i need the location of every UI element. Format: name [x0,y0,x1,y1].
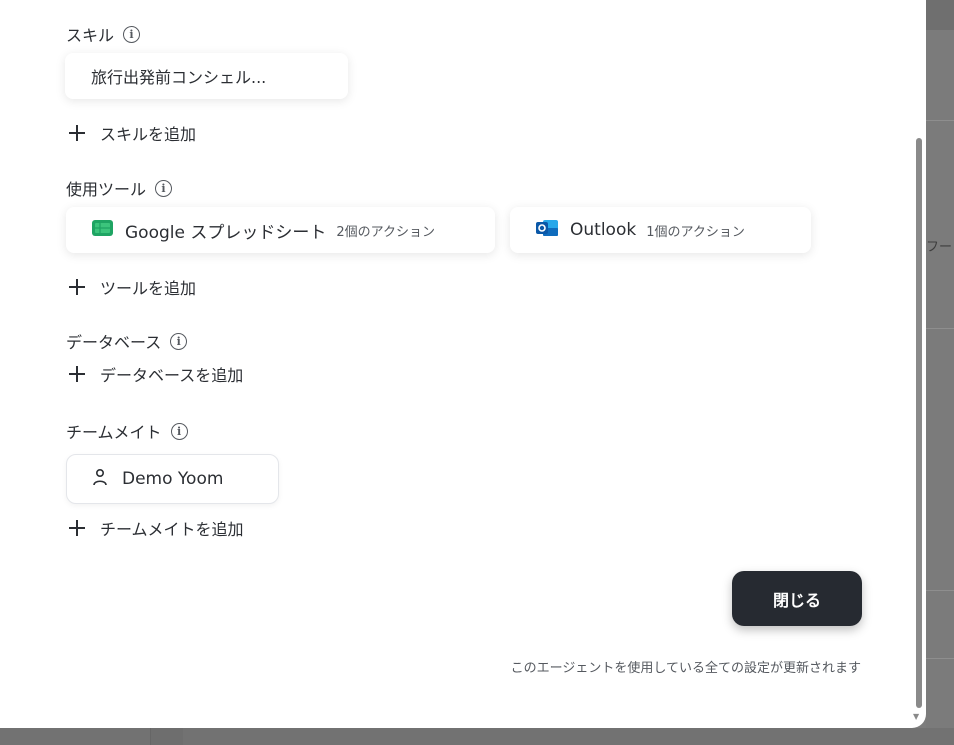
skill-card[interactable]: 旅行出発前コンシェル... [65,53,348,99]
tool-action-count: 1個のアクション [646,224,745,240]
skills-section-label: スキル i [66,22,141,46]
skills-label: スキル [66,26,115,45]
info-icon[interactable]: i [170,422,188,440]
plus-icon [68,519,86,537]
background-column [150,728,183,745]
tool-name: Outlook [570,220,637,240]
tool-action-count: 2個のアクション [336,224,435,240]
background-partial-text: フー [926,240,953,255]
add-tool-label: ツールを追加 [100,279,197,298]
plus-icon [68,124,86,142]
tool-card-outlook[interactable]: Outlook 1個のアクション [510,207,811,253]
add-database-label: データベースを追加 [100,366,244,385]
teammate-card[interactable]: Demo Yoom [66,454,279,504]
add-tool-button[interactable]: ツールを追加 [68,275,196,299]
background-divider [926,658,954,659]
outlook-icon [536,218,558,242]
close-button[interactable]: 閉じる [732,571,862,626]
tools-label: 使用ツール [66,180,147,199]
background-block [926,0,954,30]
add-teammate-label: チームメイトを追加 [100,520,244,539]
database-label: データベース [66,333,162,352]
update-notice: このエージェントを使用している全ての設定が更新されます [510,661,861,676]
info-icon[interactable]: i [155,179,173,197]
teammate-name: Demo Yoom [122,469,224,489]
scrollbar-thumb[interactable] [916,138,922,708]
background-divider [926,328,954,329]
teammates-section-label: チームメイト i [66,419,188,443]
background-divider [926,120,954,121]
agent-settings-modal: スキル i 旅行出発前コンシェル... スキルを追加 使用ツール i Googl… [0,0,926,728]
tools-section-label: 使用ツール i [66,176,173,200]
plus-icon [68,278,86,296]
background-overlay [926,0,954,745]
database-section-label: データベース i [66,329,188,353]
info-icon[interactable]: i [123,25,141,43]
plus-icon [68,365,86,383]
google-sheets-icon [92,220,113,240]
tool-card-google-sheets[interactable]: Google スプレッドシート 2個のアクション [66,207,495,253]
user-icon [92,468,108,490]
tool-name: Google スプレッドシート [125,222,327,243]
background-bottom [0,728,954,745]
add-skill-label: スキルを追加 [100,125,197,144]
teammates-label: チームメイト [66,423,162,442]
scroll-down-icon[interactable]: ▼ [913,712,919,721]
background-divider [926,590,954,591]
skill-name: 旅行出発前コンシェル... [91,68,267,87]
add-skill-button[interactable]: スキルを追加 [68,121,196,145]
info-icon[interactable]: i [170,332,188,350]
add-teammate-button[interactable]: チームメイトを追加 [68,516,244,540]
add-database-button[interactable]: データベースを追加 [68,362,243,386]
